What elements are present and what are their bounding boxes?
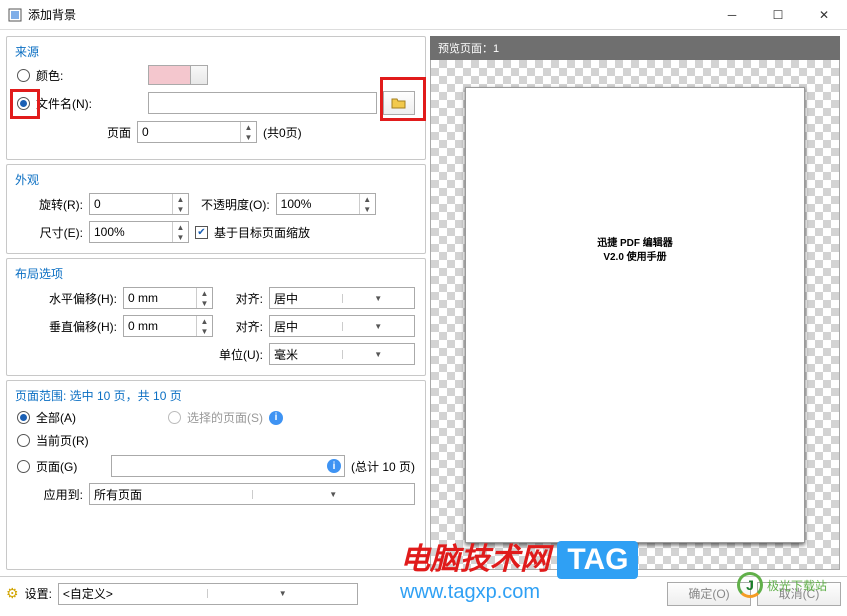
left-panel: 来源 颜色: 文件名(N): 页面 ▲▼ — [6, 36, 426, 570]
rotate-label: 旋转(R): — [17, 196, 83, 213]
group-source: 来源 颜色: 文件名(N): 页面 ▲▼ — [6, 36, 426, 160]
gear-icon[interactable]: ⚙ — [6, 585, 19, 602]
preview-header: 预览页面：1 — [430, 36, 840, 60]
app-icon — [8, 8, 22, 22]
preview-page: 迅捷 PDF 编辑器 V2.0 使用手册 — [465, 87, 805, 543]
radio-pages-label: 页面(G) — [36, 458, 77, 475]
voffset-spinner[interactable]: ▲▼ — [123, 315, 213, 337]
valign-label: 对齐: — [219, 318, 263, 335]
group-appearance: 外观 旋转(R): ▲▼ 不透明度(O): ▲▼ 尺寸(E): ▲▼ — [6, 164, 426, 254]
halign-select[interactable]: 居中▼ — [269, 287, 415, 309]
group-layout-title: 布局选项 — [15, 265, 63, 282]
size-spinner[interactable]: ▲▼ — [89, 221, 189, 243]
preview-page-title2: V2.0 使用手册 — [466, 248, 804, 263]
opacity-label: 不透明度(O): — [201, 196, 270, 213]
settings-label: 设置: — [25, 585, 52, 602]
cancel-button[interactable]: 取消(C) — [757, 582, 841, 606]
maximize-button[interactable]: ☐ — [755, 0, 801, 30]
pages-input[interactable] — [111, 455, 345, 477]
rotate-spinner[interactable]: ▲▼ — [89, 193, 189, 215]
apply-label: 应用到: — [17, 486, 83, 503]
main-area: 来源 颜色: 文件名(N): 页面 ▲▼ — [0, 30, 847, 576]
valign-select[interactable]: 居中▼ — [269, 315, 415, 337]
opacity-spinner[interactable]: ▲▼ — [276, 193, 376, 215]
radio-all[interactable] — [17, 411, 30, 424]
halign-label: 对齐: — [219, 290, 263, 307]
titlebar: 添加背景 ─ ☐ ✕ — [0, 0, 847, 30]
minimize-button[interactable]: ─ — [709, 0, 755, 30]
scale-checkbox-label: 基于目标页面缩放 — [214, 224, 310, 241]
radio-filename[interactable] — [17, 97, 30, 110]
voffset-label: 垂直偏移(H): — [17, 318, 117, 335]
radio-color-label: 颜色: — [36, 67, 96, 84]
folder-open-icon — [391, 96, 407, 110]
group-range: 页面范围: 选中 10 页，共 10 页 全部(A) 选择的页面(S) i 当前… — [6, 380, 426, 570]
ok-button[interactable]: 确定(O) — [667, 582, 751, 606]
preview-page-title1: 迅捷 PDF 编辑器 — [466, 234, 804, 249]
radio-color[interactable] — [17, 69, 30, 82]
color-picker[interactable] — [148, 65, 208, 85]
radio-current[interactable] — [17, 434, 30, 447]
info-icon-pages[interactable]: i — [327, 459, 341, 473]
group-appearance-title: 外观 — [15, 171, 39, 188]
apply-select[interactable]: 所有页面▼ — [89, 483, 415, 505]
radio-pages[interactable] — [17, 460, 30, 473]
page-total-label: (共0页) — [263, 124, 302, 141]
preview-body: 迅捷 PDF 编辑器 V2.0 使用手册 — [430, 60, 840, 570]
hoffset-spinner[interactable]: ▲▼ — [123, 287, 213, 309]
size-label: 尺寸(E): — [17, 224, 83, 241]
info-icon[interactable]: i — [269, 411, 283, 425]
hoffset-label: 水平偏移(H): — [17, 290, 117, 307]
scale-checkbox[interactable]: ✔ — [195, 226, 208, 239]
radio-current-label: 当前页(R) — [36, 432, 89, 449]
browse-button[interactable] — [383, 91, 415, 115]
radio-selected[interactable] — [168, 411, 181, 424]
window-title: 添加背景 — [28, 6, 709, 23]
unit-label: 单位(U): — [219, 346, 263, 363]
preview-panel: 预览页面：1 迅捷 PDF 编辑器 V2.0 使用手册 — [430, 36, 840, 570]
radio-selected-label: 选择的页面(S) — [187, 409, 263, 426]
group-range-title: 页面范围: 选中 10 页，共 10 页 — [15, 387, 182, 404]
close-button[interactable]: ✕ — [801, 0, 847, 30]
group-layout: 布局选项 水平偏移(H): ▲▼ 对齐: 居中▼ 垂直偏移(H): ▲▼ 对齐: — [6, 258, 426, 376]
unit-select[interactable]: 毫米▼ — [269, 343, 415, 365]
settings-select[interactable]: <自定义>▼ — [58, 583, 358, 605]
radio-all-label: 全部(A) — [36, 409, 76, 426]
page-label: 页面 — [107, 124, 131, 141]
group-source-title: 来源 — [15, 43, 39, 60]
bottom-bar: ⚙ 设置: <自定义>▼ 确定(O) 取消(C) — [0, 576, 847, 610]
page-spinner[interactable]: ▲▼ — [137, 121, 257, 143]
total-pages-label: (总计 10 页) — [351, 458, 415, 475]
filename-input[interactable] — [148, 92, 377, 114]
radio-filename-label: 文件名(N): — [36, 95, 96, 112]
